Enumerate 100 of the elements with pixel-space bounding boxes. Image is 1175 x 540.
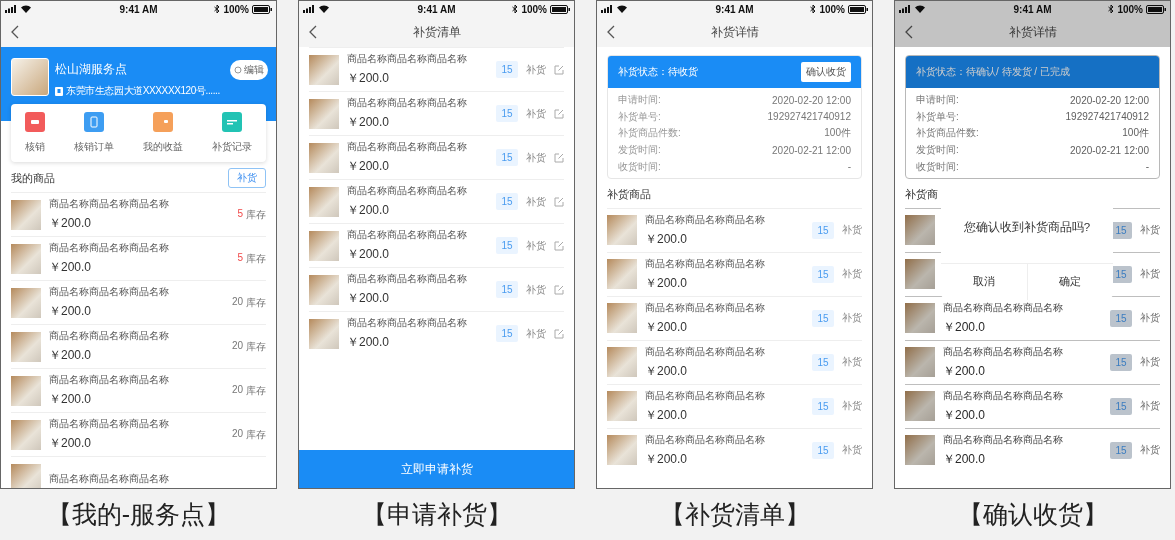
edit-icon[interactable]	[554, 196, 564, 207]
apply-restock-button[interactable]: 立即申请补货	[299, 450, 574, 488]
quantity-badge: 15	[496, 149, 518, 166]
photo-placeholder	[607, 215, 637, 246]
photo-placeholder	[309, 54, 339, 85]
field-label: 补货单号:	[916, 109, 959, 124]
restock-label: 补货	[526, 194, 546, 209]
product-price: ￥200.0	[49, 303, 93, 320]
dialog-button[interactable]: 确定	[1026, 264, 1113, 300]
back-icon[interactable]	[11, 25, 19, 39]
edit-icon[interactable]	[554, 64, 564, 75]
battery-percent: 100%	[1117, 3, 1143, 15]
product-price: ￥200.0	[645, 362, 689, 380]
field-value: 2020-02-21 12:00	[772, 144, 851, 156]
shortcut-item[interactable]: 核销订单	[74, 112, 115, 154]
product-name: 商品名称商品名称商品名称	[943, 432, 1064, 447]
battery-percent: 100%	[819, 3, 845, 15]
product-price: ￥200.0	[49, 259, 93, 276]
field-label: 补货单号:	[618, 109, 661, 124]
shortcut-item[interactable]: 核销	[25, 112, 46, 154]
quantity-badge: 15	[1110, 397, 1132, 415]
field-label: 补货商品件数:	[618, 126, 681, 141]
product-name: 商品名称商品名称商品名称	[49, 373, 170, 387]
shortcut-item[interactable]: 补货记录	[211, 112, 252, 154]
product-name: 商品名称商品名称商品名称	[347, 316, 468, 330]
wifi-icon	[319, 5, 329, 13]
product-price: ￥200.0	[49, 435, 93, 452]
field-value: 2020-02-21 12:00	[1070, 144, 1149, 156]
battery-percent: 100%	[223, 3, 249, 15]
back-icon[interactable]	[905, 25, 913, 39]
quantity-badge: 15	[812, 441, 834, 459]
edit-icon[interactable]	[554, 240, 564, 251]
section-title: 补货商品	[606, 186, 652, 202]
restock-label: 补货	[842, 223, 862, 238]
restock-status: 补货状态：待确认/ 待发货 / 已完成	[916, 65, 1070, 79]
photo-placeholder	[11, 463, 41, 488]
restock-label: 补货	[842, 355, 862, 370]
stock-label: 库存	[246, 251, 266, 266]
restock-label: 补货	[1140, 311, 1160, 326]
product-name: 商品名称商品名称商品名称	[347, 228, 468, 242]
edit-icon[interactable]	[554, 328, 564, 339]
stock-count: 20	[231, 383, 243, 397]
restock-label: 补货	[526, 150, 546, 165]
product-price: ￥200.0	[49, 347, 93, 364]
field-value: 100件	[824, 126, 851, 141]
restock-label: 补货	[842, 399, 862, 414]
quantity-badge: 15	[812, 265, 834, 283]
product-price: ￥200.0	[645, 406, 689, 424]
battery-percent: 100%	[521, 3, 547, 15]
field-label: 补货商品件数:	[916, 126, 979, 141]
product-name: 商品名称商品名称商品名称	[645, 300, 766, 315]
restock-label: 补货	[1140, 223, 1160, 238]
signal-icon	[303, 5, 316, 13]
edit-button[interactable]: 编辑	[230, 60, 268, 80]
product-price: ￥200.0	[645, 274, 689, 292]
quantity-badge: 15	[1110, 353, 1132, 371]
screen-caption: 【我的-服务点】	[46, 499, 231, 530]
restock-label: 补货	[526, 106, 546, 121]
photo-placeholder	[309, 186, 339, 217]
product-name: 商品名称商品名称商品名称	[347, 184, 468, 198]
bluetooth-icon	[1108, 4, 1115, 14]
photo-placeholder	[905, 215, 935, 246]
back-icon[interactable]	[607, 25, 615, 39]
quantity-badge: 15	[812, 353, 834, 371]
restock-label: 补货	[1140, 267, 1160, 282]
quantity-badge: 15	[496, 193, 518, 210]
nav-title: 补货清单	[412, 23, 461, 41]
quantity-badge: 15	[496, 105, 518, 122]
photo-placeholder	[11, 199, 41, 230]
dialog-button[interactable]: 取消	[941, 264, 1027, 300]
restock-label: 补货	[526, 326, 546, 341]
bluetooth-icon	[810, 4, 817, 14]
status-time: 9:41 AM	[119, 3, 158, 15]
photo-placeholder	[11, 419, 41, 450]
product-name: 商品名称商品名称商品名称	[943, 388, 1064, 403]
photo-placeholder	[905, 259, 935, 290]
store-photo	[11, 58, 49, 96]
back-icon[interactable]	[309, 25, 317, 39]
product-name: 商品名称商品名称商品名称	[49, 197, 170, 211]
restock-button[interactable]: 补货	[228, 168, 266, 188]
field-label: 申请时间:	[618, 93, 661, 108]
edit-icon[interactable]	[554, 152, 564, 163]
product-price: ￥200.0	[347, 334, 391, 351]
status-time: 9:41 AM	[1013, 3, 1052, 15]
edit-icon[interactable]	[554, 108, 564, 119]
battery-icon	[1146, 4, 1166, 14]
photo-placeholder	[607, 347, 637, 378]
product-name: 商品名称商品名称商品名称	[347, 272, 468, 286]
status-time: 9:41 AM	[417, 3, 456, 15]
photo-placeholder	[309, 98, 339, 129]
confirm-receipt-button[interactable]: 确认收货	[801, 62, 851, 82]
shortcut-item[interactable]: 我的收益	[142, 112, 183, 154]
product-price: ￥200.0	[49, 215, 93, 232]
field-value: -	[847, 161, 851, 173]
field-value: 192927421740912	[767, 111, 851, 123]
screen-caption: 【确认收货】	[957, 499, 1108, 530]
stock-count: 20	[231, 427, 243, 441]
product-name: 商品名称商品名称商品名称	[943, 300, 1064, 315]
restock-label: 补货	[526, 238, 546, 253]
edit-icon[interactable]	[554, 284, 564, 295]
